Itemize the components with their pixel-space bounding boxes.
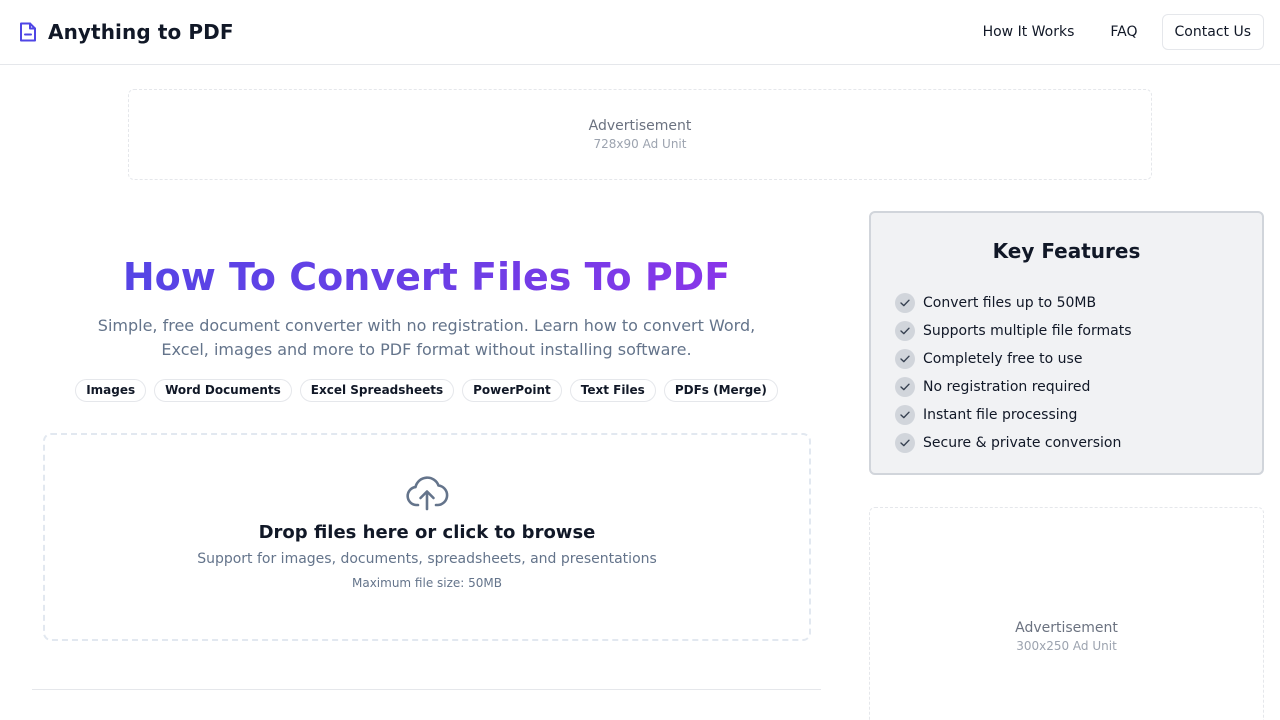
main-nav: How It Works FAQ Contact Us — [971, 14, 1264, 50]
ad-label: Advertisement — [1015, 619, 1118, 636]
feature-label: Instant file processing — [923, 407, 1078, 423]
check-icon — [895, 349, 915, 369]
format-tag-images: Images — [75, 379, 147, 402]
feature-label: Secure & private conversion — [923, 435, 1122, 451]
dropzone-max-size: Maximum file size: 50MB — [351, 576, 502, 590]
check-icon — [895, 321, 915, 341]
feature-item: No registration required — [895, 373, 1238, 401]
file-icon — [18, 21, 38, 43]
feature-list: Convert files up to 50MB Supports multip… — [895, 289, 1238, 457]
feature-item: Supports multiple file formats — [895, 317, 1238, 345]
key-features-card: Key Features Convert files up to 50MB Su… — [869, 211, 1264, 475]
format-tag-pdf-merge: PDFs (Merge) — [663, 379, 778, 402]
file-dropzone[interactable]: Drop files here or click to browse Suppo… — [43, 433, 811, 641]
format-tag-powerpoint: PowerPoint — [462, 379, 562, 402]
feature-item: Instant file processing — [895, 401, 1238, 429]
site-header: Anything to PDF How It Works FAQ Contact… — [0, 0, 1280, 65]
page-subtitle: Simple, free document converter with no … — [97, 316, 756, 359]
top-ad-unit: Advertisement 728x90 Ad Unit — [128, 89, 1152, 180]
feature-label: Convert files up to 50MB — [923, 295, 1097, 311]
ad-label: Advertisement — [588, 118, 692, 134]
nav-how-it-works-link[interactable]: How It Works — [971, 15, 1087, 49]
section-divider — [32, 689, 821, 690]
check-icon — [895, 433, 915, 453]
format-tag-excel: Excel Spreadsheets — [299, 379, 455, 402]
nav-faq-link[interactable]: FAQ — [1094, 15, 1153, 49]
key-features-title: Key Features — [992, 239, 1141, 263]
check-icon — [895, 405, 915, 425]
ad-size: 300x250 Ad Unit — [1016, 638, 1117, 653]
dropzone-title: Drop files here or click to browse — [258, 522, 596, 543]
brand-name: Anything to PDF — [48, 20, 234, 44]
feature-label: Completely free to use — [923, 351, 1083, 367]
format-tag-word: Word Documents — [154, 379, 292, 402]
format-tag-text: Text Files — [569, 379, 656, 402]
dropzone-subtitle: Support for images, documents, spreadshe… — [197, 551, 657, 567]
feature-item: Completely free to use — [895, 345, 1238, 373]
contact-us-button[interactable]: Contact Us — [1161, 14, 1264, 50]
feature-label: No registration required — [923, 379, 1091, 395]
check-icon — [895, 377, 915, 397]
feature-label: Supports multiple file formats — [923, 323, 1132, 339]
side-ad-unit: Advertisement 300x250 Ad Unit — [869, 507, 1264, 720]
brand[interactable]: Anything to PDF — [18, 20, 234, 44]
format-tags: Images Word Documents Excel Spreadsheets… — [32, 379, 821, 402]
cloud-upload-icon — [405, 473, 449, 513]
feature-item: Secure & private conversion — [895, 429, 1238, 457]
ad-size: 728x90 Ad Unit — [593, 137, 687, 151]
check-icon — [895, 293, 915, 313]
feature-item: Convert files up to 50MB — [895, 289, 1238, 317]
page-title: How To Convert Files To PDF — [32, 255, 821, 299]
